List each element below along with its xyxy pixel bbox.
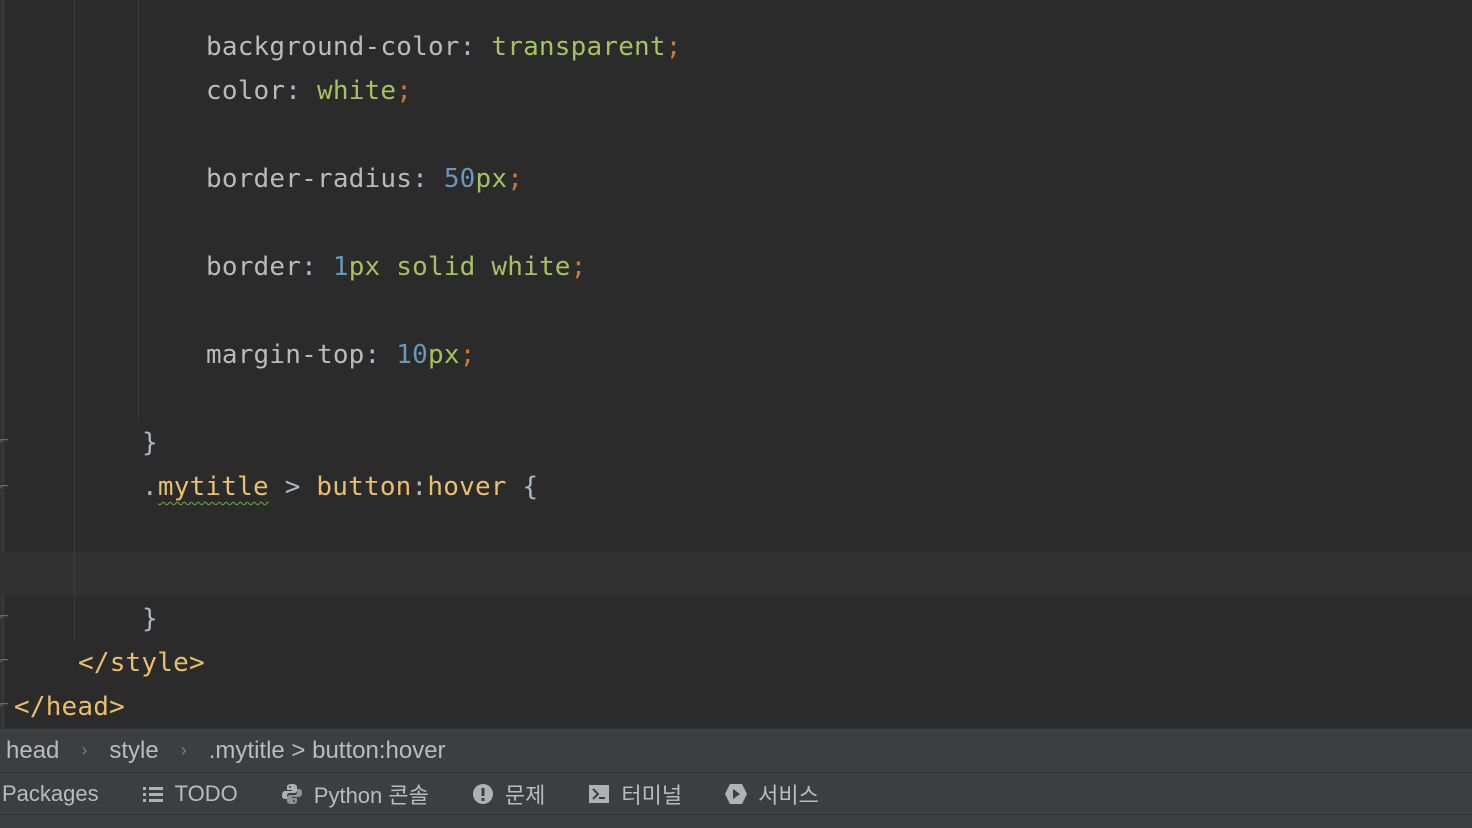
code-token: } [142, 428, 158, 458]
tool-window-label: TODO [174, 780, 238, 806]
fold-end-icon[interactable]: ⌐ [0, 653, 10, 669]
code-token: px solid white [348, 252, 571, 282]
code-line[interactable]: </style> [78, 641, 205, 685]
tool-window-problems[interactable]: 문제 [471, 778, 545, 810]
code-token: px [475, 164, 508, 194]
code-token: ; [396, 76, 413, 106]
code-token: > [268, 472, 317, 502]
tool-window-label: Python 콘솔 [313, 782, 429, 808]
fold-end-icon[interactable]: ⌐ [0, 697, 10, 713]
code-editor[interactable]: ⌐ ⌐ ⌐ ⌐ ⌐ background-color: transparent;… [0, 0, 1472, 728]
code-token: 10 [396, 340, 428, 370]
indent-guide [74, 0, 75, 640]
breadcrumb-separator: › [81, 740, 88, 760]
tool-window-todo[interactable]: TODO [141, 781, 238, 807]
code-line[interactable]: border: 1px solid white; [206, 245, 587, 289]
code-token: { [506, 472, 539, 502]
code-token: color [206, 76, 286, 106]
tool-window-label: Packages [2, 780, 99, 806]
breadcrumb-item-head[interactable]: head [0, 737, 65, 765]
code-token: ; [459, 340, 476, 370]
code-token: ; [570, 252, 587, 282]
code-token: : [301, 252, 333, 282]
code-token: hover [427, 472, 507, 502]
python-icon [280, 782, 304, 806]
code-token: : [412, 164, 444, 194]
code-token: ; [665, 32, 682, 62]
code-line[interactable]: } [142, 421, 158, 465]
code-token: button [316, 472, 412, 502]
code-token: 1 [332, 252, 349, 282]
code-token: : [364, 340, 397, 370]
problems-icon [471, 782, 495, 806]
breadcrumb-item-selector[interactable]: .mytitle > button:hover [203, 737, 452, 765]
code-token: : [459, 32, 492, 62]
current-line-highlight [0, 552, 1472, 596]
code-line[interactable]: .mytitle > button:hover { [142, 465, 538, 509]
code-token: ; [507, 164, 524, 194]
code-token: } [142, 604, 158, 634]
status-bar [0, 814, 1472, 828]
tool-window-label: 터미널 [621, 782, 683, 808]
code-token: </head> [14, 692, 125, 722]
tool-window-label: 서비스 [758, 782, 819, 808]
tool-window-python-console[interactable]: Python 콘솔 [280, 778, 429, 810]
code-token: px [427, 340, 460, 370]
code-line[interactable]: </head> [14, 685, 125, 728]
code-line[interactable]: background-color: transparent; [206, 25, 682, 69]
breadcrumb-separator: › [180, 740, 187, 760]
code-line[interactable]: } [142, 597, 158, 641]
code-token: 50 [443, 164, 476, 194]
terminal-icon [587, 782, 611, 806]
code-token: : [411, 472, 428, 502]
code-token: </style> [78, 648, 205, 678]
breadcrumb-item-style[interactable]: style [103, 737, 164, 765]
code-token: . [142, 472, 158, 502]
code-token: transparent [491, 32, 666, 62]
code-token: mytitle [157, 472, 269, 502]
tool-window-packages[interactable]: Packages [2, 781, 99, 807]
code-token: : [285, 76, 317, 106]
code-line[interactable]: margin-top: 10px; [206, 333, 476, 377]
code-line[interactable]: color: white; [206, 69, 412, 113]
fold-end-icon[interactable]: ⌐ [0, 433, 10, 449]
fold-end-icon[interactable]: ⌐ [0, 609, 10, 625]
code-line[interactable]: border-radius: 50px; [206, 157, 523, 201]
tool-window-label: 문제 [504, 782, 546, 808]
tool-window-terminal[interactable]: 터미널 [587, 778, 682, 810]
services-icon [724, 782, 748, 806]
list-icon [141, 782, 165, 806]
code-token: border [206, 252, 302, 282]
code-token: margin-top [206, 340, 365, 370]
indent-guide [138, 0, 139, 420]
tool-window-bar: Packages TODO Python 콘솔 문제 터미널 서비스 [0, 772, 1472, 814]
code-token: background-color [206, 32, 460, 62]
code-token: border-radius [206, 164, 413, 194]
fold-start-icon[interactable]: ⌐ [0, 479, 10, 495]
tool-window-services[interactable]: 서비스 [724, 778, 819, 810]
breadcrumb: head › style › .mytitle > button:hover [0, 728, 1472, 772]
code-token: white [317, 76, 397, 106]
